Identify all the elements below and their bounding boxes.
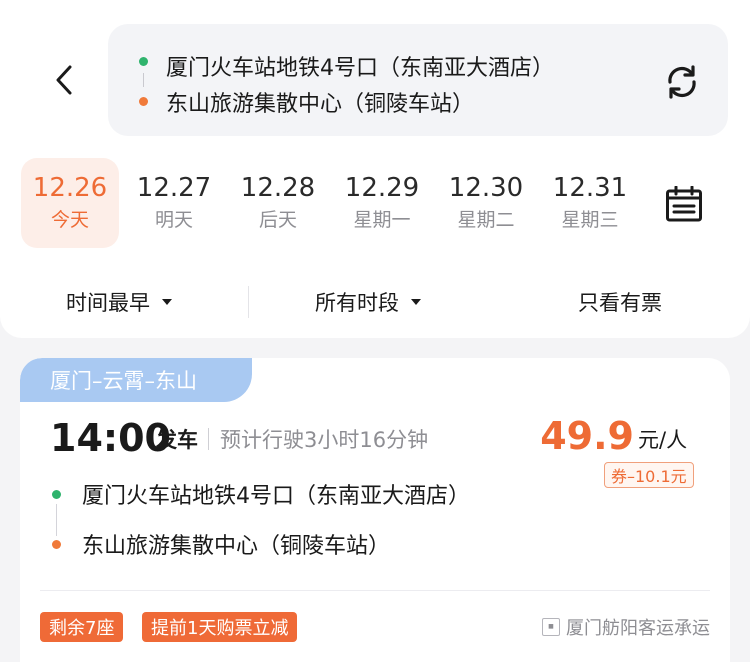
date-label: 星期一: [353, 209, 411, 231]
departure-label: 发车: [156, 428, 198, 452]
back-arrow-icon: [56, 65, 72, 95]
date-label: 明天: [154, 209, 193, 231]
sort-filter[interactable]: 时间最早: [66, 280, 172, 324]
origin-dot: [139, 57, 148, 66]
date-number: 12.31: [552, 173, 628, 203]
caret-down-icon: [411, 299, 421, 305]
date-tab-5[interactable]: 12.31 星期三: [541, 158, 639, 248]
card-divider: [40, 590, 710, 591]
sort-filter-label: 时间最早: [66, 291, 150, 315]
filter-divider: [248, 286, 249, 318]
date-number: 12.26: [32, 173, 108, 203]
date-number: 12.30: [448, 173, 524, 203]
origin-station: 厦门火车站地铁4号口（东南亚大酒店）: [166, 56, 554, 81]
date-tab-1[interactable]: 12.27 明天: [125, 158, 223, 248]
coupon-badge: 券–10.1元: [604, 462, 694, 488]
destination-dot: [139, 97, 148, 106]
date-label: 今天: [50, 209, 89, 231]
caret-down-icon: [162, 299, 172, 305]
available-only-filter[interactable]: 只看有票: [578, 280, 662, 324]
swap-route-button[interactable]: [660, 60, 704, 104]
available-only-label: 只看有票: [578, 291, 662, 315]
date-label: 星期三: [561, 209, 619, 231]
carrier-name: 厦门舫阳客运承运: [566, 618, 710, 639]
departure-time: 14:00: [50, 416, 171, 460]
calendar-button[interactable]: [664, 184, 704, 224]
origin-dot: [52, 490, 61, 499]
seats-left-badge: 剩余7座: [40, 612, 124, 642]
destination-dot: [52, 540, 61, 549]
price-unit: 元/人: [638, 428, 688, 452]
ticket-price: 49.9: [540, 414, 634, 458]
back-button[interactable]: [44, 58, 84, 102]
info-divider: [208, 428, 209, 450]
search-header: 厦门火车站地铁4号口（东南亚大酒店） 东山旅游集散中心（铜陵车站） 12.26 …: [0, 0, 750, 338]
carrier-logo-icon: ■: [542, 618, 560, 636]
refresh-icon: [668, 65, 696, 99]
date-tab-0[interactable]: 12.26 今天: [21, 158, 119, 248]
trip-duration: 预计行驶3小时16分钟: [220, 428, 429, 452]
trip-card[interactable]: 厦门–云霄–东山 14:00 发车 预计行驶3小时16分钟 49.9 元/人 券…: [20, 358, 730, 662]
destination-station: 东山旅游集散中心（铜陵车站）: [166, 92, 475, 117]
carrier-info: ■ 厦门舫阳客运承运: [542, 612, 710, 642]
route-summary[interactable]: 厦门火车站地铁4号口（东南亚大酒店） 东山旅游集散中心（铜陵车站）: [108, 24, 728, 136]
date-number: 12.28: [240, 173, 316, 203]
date-label: 后天: [258, 209, 297, 231]
route-connector: [143, 73, 144, 87]
date-tab-2[interactable]: 12.28 后天: [229, 158, 327, 248]
route-tag: 厦门–云霄–东山: [20, 358, 252, 402]
calendar-icon: [666, 186, 702, 222]
date-tab-4[interactable]: 12.30 星期二: [437, 158, 535, 248]
time-period-filter[interactable]: 所有时段: [315, 280, 421, 324]
date-number: 12.27: [136, 173, 212, 203]
promo-badge: 提前1天购票立减: [142, 612, 298, 642]
stop-connector: [56, 504, 57, 536]
origin-stop: 厦门火车站地铁4号口（东南亚大酒店）: [82, 484, 470, 509]
date-number: 12.29: [344, 173, 420, 203]
destination-stop: 东山旅游集散中心（铜陵车站）: [82, 534, 391, 559]
date-label: 星期二: [457, 209, 515, 231]
time-period-filter-label: 所有时段: [315, 291, 399, 315]
date-tab-3[interactable]: 12.29 星期一: [333, 158, 431, 248]
